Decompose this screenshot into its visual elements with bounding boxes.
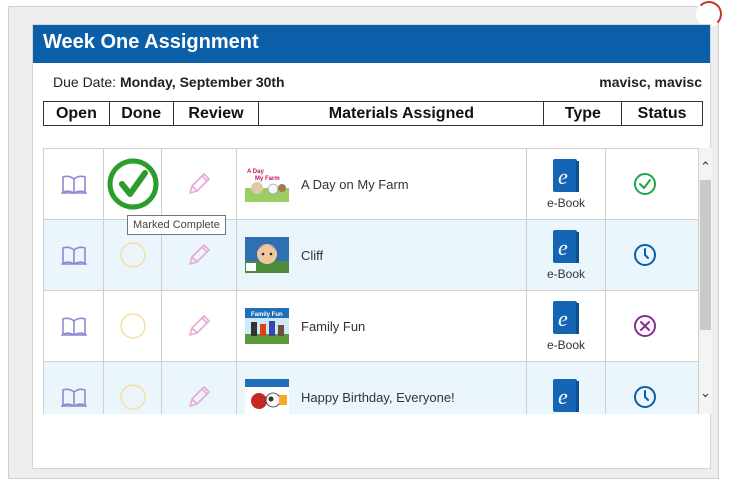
materials-list: A Day My Farm A Day on My Farm e e-Book [43, 148, 699, 414]
col-materials: Materials Assigned [259, 102, 545, 125]
list-scrollbar[interactable]: ⌃ ⌄ [699, 148, 712, 414]
due-date-label: Due Date: [53, 74, 120, 90]
farm-cover-line2: My Farm [255, 176, 280, 182]
due-date-row: Due Date: Monday, September 30th mavisc,… [33, 63, 710, 101]
pencil-icon [189, 315, 210, 336]
type-cell: e [527, 362, 606, 414]
review-button[interactable] [162, 291, 237, 361]
col-status: Status [637, 105, 687, 122]
status-cell [606, 362, 683, 414]
book-open-icon [60, 388, 87, 407]
col-done: Done [110, 102, 174, 125]
pencil-icon [189, 244, 210, 265]
status-cell [606, 149, 683, 219]
empty-circle-icon [119, 384, 146, 410]
done-toggle[interactable] [104, 291, 162, 361]
material-title: Cliff [301, 247, 324, 263]
type-cell: e e-Book [527, 220, 606, 290]
due-date-value: Monday, September 30th [119, 74, 285, 90]
scroll-down-icon[interactable]: ⌄ [699, 386, 712, 399]
ebook-icon: e [553, 379, 579, 412]
empty-circle-icon [119, 313, 146, 339]
type-label: e-Book [546, 267, 586, 281]
ebook-icon: e [553, 301, 579, 334]
book-cover-cliff [245, 237, 289, 273]
assignment-window: Week One Assignment Due Date: Monday, Se… [8, 1, 722, 479]
scroll-thumb[interactable] [700, 180, 711, 330]
material-cell[interactable]: Family Fun Family Fun [237, 291, 527, 361]
table-row: Happy Birthday, Everyone! e [44, 362, 698, 414]
assignment-panel: Week One Assignment Due Date: Monday, Se… [32, 24, 712, 469]
panel-title: Week One Assignment [33, 25, 710, 63]
material-title: A Day on My Farm [301, 176, 409, 192]
ebook-icon: e [553, 159, 579, 192]
open-book-button[interactable] [44, 220, 104, 290]
open-book-button[interactable] [44, 149, 104, 219]
due-date: Due Date: Monday, September 30th [53, 74, 285, 90]
status-cell [606, 291, 683, 361]
svg-text:e: e [558, 384, 568, 409]
col-type: Type [544, 102, 623, 125]
open-book-button[interactable] [44, 291, 104, 361]
type-label: e-Book [546, 338, 586, 352]
done-toggle[interactable] [104, 149, 162, 219]
material-cell[interactable]: Happy Birthday, Everyone! [237, 362, 527, 414]
done-toggle[interactable] [104, 362, 162, 414]
scroll-up-icon[interactable]: ⌃ [699, 160, 712, 173]
svg-text:e: e [558, 235, 568, 260]
col-open: Open [44, 102, 110, 125]
table-row: Family Fun Family Fun e e-Book [44, 291, 698, 362]
book-cover-birthday [245, 379, 289, 414]
clock-icon [633, 386, 656, 408]
svg-text:e: e [558, 164, 568, 189]
status-cell [606, 220, 683, 290]
type-label: e-Book [546, 196, 586, 210]
check-circle-icon [107, 158, 158, 210]
col-review: Review [174, 102, 260, 125]
material-cell[interactable]: Cliff [237, 220, 527, 290]
farm-cover-line1: A Day [247, 169, 264, 175]
pencil-icon [189, 386, 210, 407]
check-circle-icon [633, 173, 656, 195]
x-circle-icon [633, 315, 656, 337]
review-button[interactable] [162, 149, 237, 219]
material-title: Family Fun [301, 318, 366, 334]
type-cell: e e-Book [527, 291, 606, 361]
review-button[interactable] [162, 362, 237, 414]
table-row: A Day My Farm A Day on My Farm e e-Book [44, 149, 698, 220]
book-open-icon [60, 317, 87, 336]
ebook-icon: e [553, 230, 579, 263]
pencil-icon [189, 173, 210, 194]
book-open-icon [60, 175, 87, 194]
book-cover-family: Family Fun [245, 308, 289, 344]
user-name: mavisc, mavisc [599, 74, 702, 90]
open-book-button[interactable] [44, 362, 104, 414]
family-cover-title: Family Fun [251, 312, 283, 318]
book-open-icon [60, 246, 87, 265]
type-cell: e e-Book [527, 149, 606, 219]
book-cover-farm: A Day My Farm [245, 166, 289, 202]
marked-complete-tooltip: Marked Complete [127, 215, 226, 235]
clock-icon [633, 244, 656, 266]
empty-circle-icon [119, 242, 146, 268]
material-title: Happy Birthday, Everyone! [301, 389, 455, 405]
material-cell[interactable]: A Day My Farm A Day on My Farm [237, 149, 527, 219]
table-header: Open Done Review Materials Assigned Type… [43, 101, 703, 126]
svg-text:e: e [558, 306, 568, 331]
